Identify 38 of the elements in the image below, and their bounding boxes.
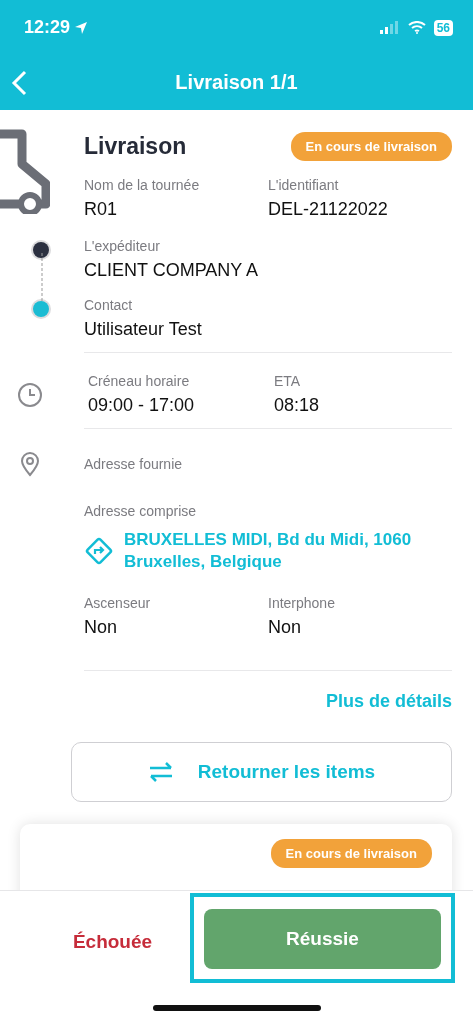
status-badge: En cours de livraison	[290, 132, 452, 161]
timeline-label: L'expéditeur	[84, 238, 161, 254]
directions-icon	[84, 536, 114, 566]
time-slot-value: 09:00 - 17:00	[88, 395, 196, 416]
status-time: 12:29	[24, 17, 89, 38]
timeline-value: Utilisateur Test	[84, 319, 203, 340]
battery-level: 56	[433, 19, 453, 36]
elevator-value: Non	[84, 617, 119, 638]
route-value: R01	[84, 199, 119, 220]
wifi-icon	[407, 21, 426, 34]
screen-title: Livraison 1/1	[175, 71, 298, 94]
route-label: Nom de la tournée	[84, 177, 201, 193]
timeline-value: CLIENT COMPANY A	[84, 260, 260, 281]
truck-icon	[0, 128, 50, 214]
signal-icon	[379, 21, 400, 34]
eta-label: ETA	[274, 373, 302, 389]
eta-value: 08:18	[274, 395, 321, 416]
understood-address-label: Adresse comprise	[84, 503, 198, 519]
timeline-label: Contact	[84, 297, 134, 313]
provided-address-label: Adresse fournie	[84, 456, 184, 472]
address-link[interactable]: BRUXELLES MIDI, Bd du Midi, 1060 Bruxelles, Belgique	[84, 529, 452, 573]
delivery-title: Livraison	[84, 133, 187, 160]
intercom-value: Non	[268, 617, 303, 638]
identifier-label: L'identifiant	[268, 177, 340, 193]
identifier-value: DEL-21122022	[268, 199, 389, 220]
success-button[interactable]: Réussie	[204, 909, 441, 969]
location-pin-icon	[19, 451, 41, 477]
return-items-button[interactable]: Retourner les items	[71, 742, 452, 802]
elevator-label: Ascenseur	[84, 595, 152, 611]
more-details-link[interactable]: Plus de détails	[84, 691, 452, 712]
status-badge: En cours de livraison	[270, 839, 432, 868]
failed-button[interactable]: Échouée	[0, 931, 205, 953]
clock-icon	[17, 381, 43, 408]
timeline-connector	[41, 253, 43, 301]
time-slot-label: Créneau horaire	[88, 373, 191, 389]
swap-arrows-icon	[147, 761, 174, 783]
intercom-label: Interphone	[268, 595, 336, 611]
location-arrow-icon	[74, 20, 89, 35]
